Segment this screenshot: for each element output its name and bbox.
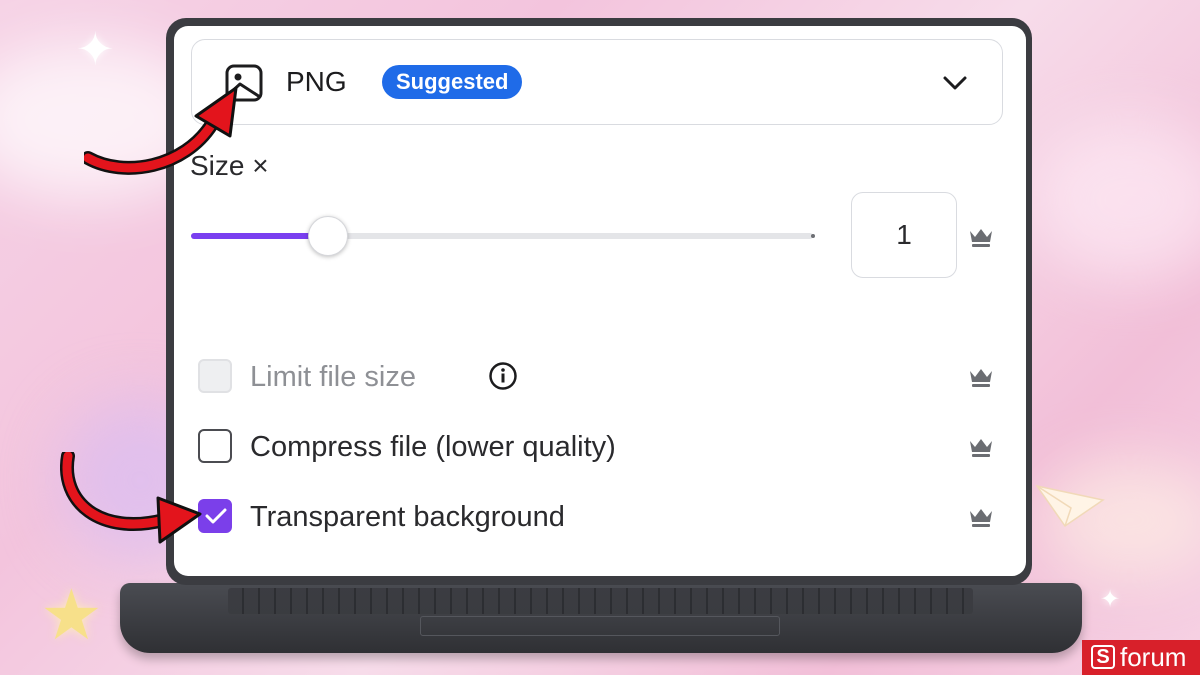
sparkle-icon: ✦ xyxy=(76,22,115,76)
paper-plane-icon xyxy=(1035,484,1105,528)
laptop-keyboard xyxy=(228,588,973,614)
sparkle-icon: ✦ xyxy=(1100,585,1121,613)
annotation-arrow-icon xyxy=(84,86,238,175)
download-settings-panel: PNG Suggested Size × 1 Limit file size C… xyxy=(174,26,1026,576)
annotation-arrow-icon xyxy=(60,452,202,544)
compress-file-option[interactable]: Compress file (lower quality) xyxy=(198,427,978,467)
file-type-dropdown[interactable]: PNG Suggested xyxy=(191,39,1003,125)
info-icon[interactable] xyxy=(488,361,518,391)
limit-file-size-label: Limit file size xyxy=(250,361,416,393)
slider-end-dot xyxy=(811,234,815,238)
laptop-base xyxy=(120,583,1082,653)
sforum-logo: S forum xyxy=(1082,640,1200,675)
crown-icon xyxy=(970,439,992,457)
suggested-badge: Suggested xyxy=(382,65,523,99)
size-slider[interactable] xyxy=(191,216,815,256)
chevron-down-icon[interactable] xyxy=(942,70,968,96)
transparent-background-option[interactable]: Transparent background xyxy=(198,497,978,537)
crown-icon xyxy=(970,229,992,247)
slider-thumb[interactable] xyxy=(307,216,348,256)
file-type-label: PNG xyxy=(286,66,347,97)
transparent-background-label: Transparent background xyxy=(250,501,565,533)
star-icon: ★ xyxy=(40,574,103,656)
limit-file-size-option: Limit file size xyxy=(198,357,978,397)
laptop-trackpad xyxy=(420,616,780,636)
crown-icon xyxy=(970,369,992,387)
logo-text: forum xyxy=(1120,642,1187,672)
crown-icon xyxy=(970,509,992,527)
size-input[interactable]: 1 xyxy=(851,192,957,278)
logo-mark: S xyxy=(1091,645,1115,669)
limit-file-size-checkbox xyxy=(198,359,232,393)
bg-cloud-glow xyxy=(1030,120,1200,280)
compress-file-label: Compress file (lower quality) xyxy=(250,431,616,463)
